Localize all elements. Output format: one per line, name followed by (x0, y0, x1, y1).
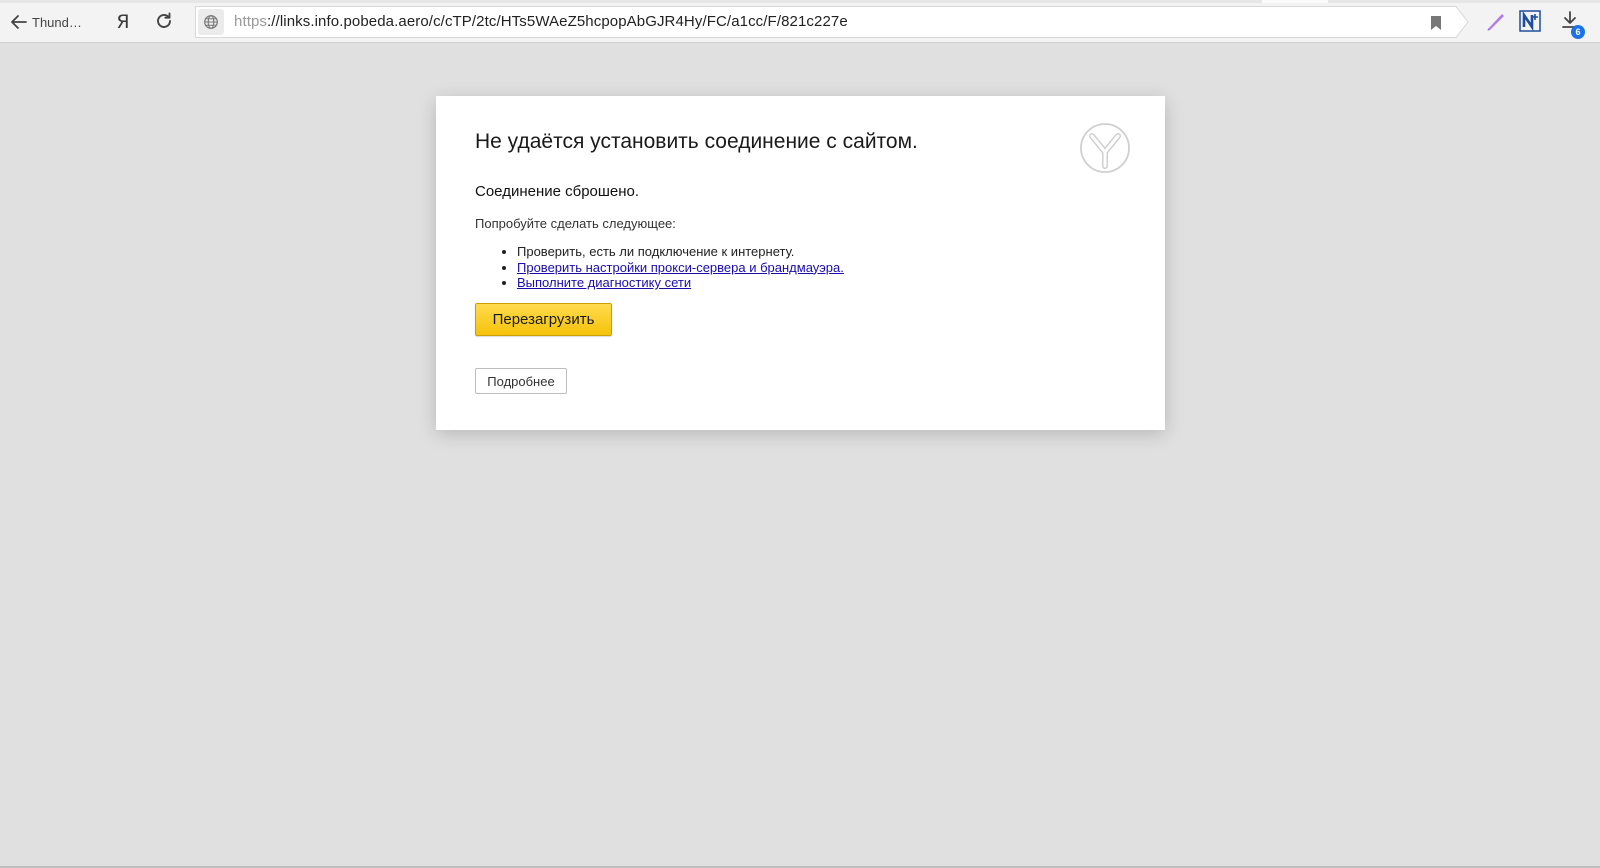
browser-toolbar: Thund… Я https://links.info.pobeda.aero/… (0, 0, 1600, 43)
network-diagnostics-link[interactable]: Выполните диагностику сети (517, 275, 691, 290)
url-text[interactable]: https://links.info.pobeda.aero/c/cTP/2tc… (234, 13, 848, 30)
proxy-firewall-link[interactable]: Проверить настройки прокси-сервера и бра… (517, 260, 844, 275)
tab-strip-gap (1262, 0, 1328, 3)
suggestions-list: Проверить, есть ли подключение к интерне… (517, 244, 844, 291)
suggestions-intro: Попробуйте сделать следующее: (475, 216, 676, 231)
pen-icon[interactable] (1486, 11, 1506, 31)
reload-button[interactable]: Перезагрузить (475, 303, 612, 336)
bookmark-icon[interactable] (1429, 15, 1443, 31)
suggestion-network-diagnostics: Выполните диагностику сети (517, 275, 844, 291)
suggestion-proxy-firewall: Проверить настройки прокси-сервера и бра… (517, 260, 844, 276)
arrow-left-icon (11, 15, 27, 29)
downloads-count-badge: 6 (1571, 25, 1585, 39)
back-button-label: Thund… (32, 14, 82, 30)
tab-strip-line (0, 0, 1600, 3)
address-bar-arrow (1456, 6, 1469, 38)
error-title: Не удаётся установить соединение с сайто… (475, 130, 918, 153)
reload-icon[interactable] (154, 11, 174, 31)
url-path: ://links.info.pobeda.aero/c/cTP/2tc/HTs5… (267, 13, 848, 30)
suggestion-check-connection: Проверить, есть ли подключение к интерне… (517, 244, 844, 260)
back-button[interactable]: Thund… (10, 8, 82, 36)
globe-icon (204, 15, 218, 29)
error-subtitle: Соединение сброшено. (475, 183, 640, 200)
details-button[interactable]: Подробнее (475, 368, 567, 394)
error-card: Не удаётся установить соединение с сайто… (436, 96, 1165, 430)
yandex-browser-logo-icon (1080, 123, 1130, 173)
site-info-button[interactable] (198, 9, 224, 35)
notes-icon[interactable] (1519, 10, 1541, 32)
url-scheme: https (234, 13, 268, 30)
address-bar[interactable]: https://links.info.pobeda.aero/c/cTP/2tc… (195, 6, 1457, 38)
yandex-home-button[interactable]: Я (113, 9, 133, 35)
